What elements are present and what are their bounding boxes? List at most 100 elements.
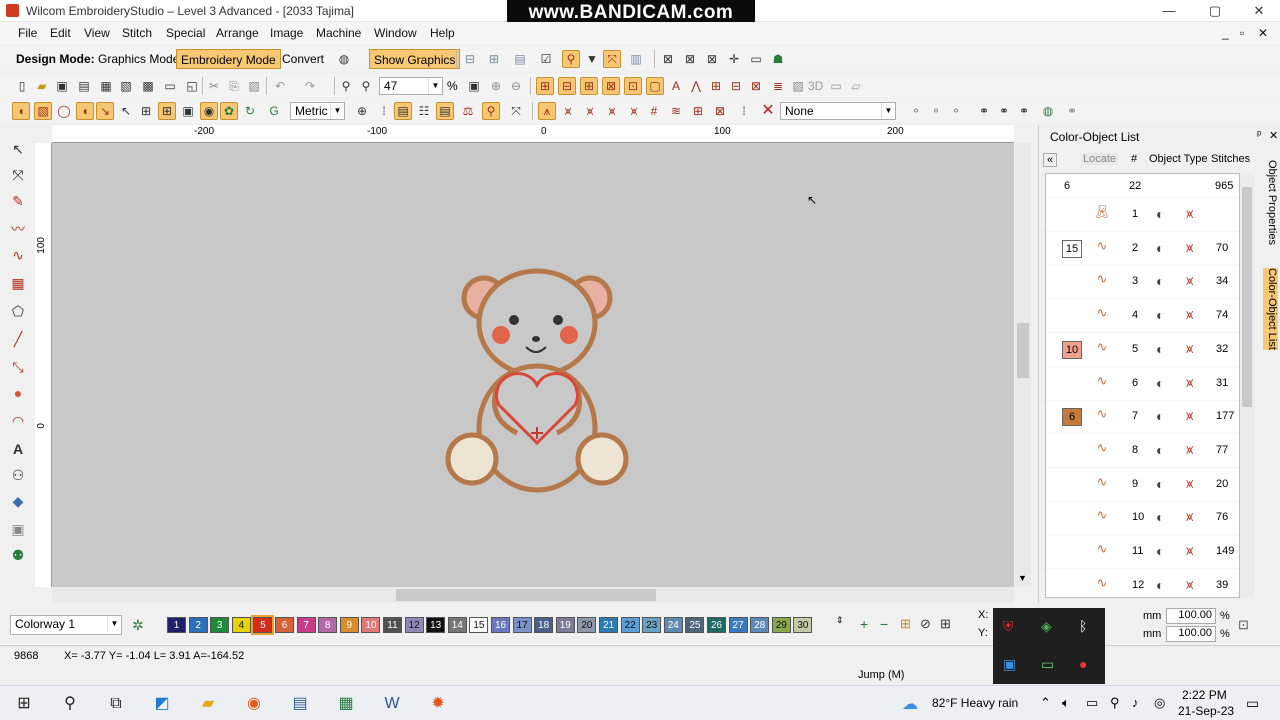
menu-arrange[interactable]: Arrange [216, 26, 259, 40]
function-icon[interactable]: ⊠ [748, 78, 764, 94]
fill1-icon[interactable]: ⩙ [560, 103, 576, 119]
new-file-icon[interactable]: ▯ [14, 78, 30, 94]
color-swatch-2[interactable]: 2 [188, 617, 208, 633]
card-icon[interactable]: ▩ [140, 78, 156, 94]
select-icon[interactable]: ↖ [8, 139, 28, 159]
pen-icon[interactable]: ✎ [8, 191, 28, 211]
save-icon[interactable]: ▣ [54, 78, 70, 94]
object-list-row[interactable]: ∿ 4 ◐ ⩙ 74 [1046, 299, 1239, 334]
fabric-icon[interactable]: ▭ [828, 78, 844, 94]
line-tool-icon[interactable]: ╱ [8, 329, 28, 349]
grid-icon[interactable]: ⊠ [660, 51, 676, 67]
menu-help[interactable]: Help [430, 26, 455, 40]
color-swatch-6[interactable]: 6 [275, 617, 294, 633]
globe-icon[interactable]: ◍ [336, 51, 352, 67]
object-list-row[interactable]: ∿ 11 ◐ ⩙ 149 [1046, 535, 1239, 569]
color-swatch-18[interactable]: 18 [534, 617, 554, 633]
chevron-down-icon[interactable]: ▼ [107, 616, 121, 632]
volume-icon[interactable]: ♪ [1132, 695, 1139, 710]
team-icon[interactable]: ⚇ [8, 465, 28, 485]
group-icon[interactable]: ▤ [512, 51, 528, 67]
excel-icon[interactable]: ▦ [334, 692, 358, 716]
filter-icon[interactable]: ▼ [584, 51, 600, 67]
pattern2-icon[interactable]: ⊠ [712, 103, 728, 119]
menu-window[interactable]: Window [374, 26, 417, 40]
zoom-out-icon[interactable]: ⊖ [508, 78, 524, 94]
color-swatch-1[interactable]: 1 [167, 617, 186, 633]
color-swatch-10[interactable]: 10 [361, 617, 381, 633]
tab-color-object-list[interactable]: Color-Object List [1263, 268, 1278, 350]
connector-icon[interactable]: ⊞ [708, 78, 724, 94]
undo-icon[interactable]: ↶ [272, 78, 288, 94]
cut-color-icon[interactable]: ⊘ [920, 616, 931, 632]
frame-icon[interactable]: ▭ [748, 51, 764, 67]
hash-icon[interactable]: # [646, 103, 662, 119]
link2-icon[interactable]: ⚭ [996, 103, 1012, 119]
restore-button[interactable]: ▢ [1192, 0, 1238, 22]
object-list-row[interactable]: ∿ 12 ◐ ⩙ 39 [1046, 569, 1239, 597]
battery-icon[interactable]: ▭ [1086, 695, 1098, 711]
machine-icon[interactable]: ▭ [162, 78, 178, 94]
zoom-in-icon[interactable]: ⊕ [488, 78, 504, 94]
edge-icon[interactable]: ◩ [150, 692, 174, 716]
cycle-icon[interactable]: ↻ [242, 103, 258, 119]
node2-icon[interactable]: ⚬ [928, 103, 944, 119]
mesh-icon[interactable]: ▨ [790, 78, 806, 94]
jump-icon[interactable]: ⋀ [688, 78, 704, 94]
3d-label[interactable]: 3D [808, 79, 823, 93]
lock-icon[interactable]: ▥ [628, 51, 644, 67]
chevron-down-icon[interactable]: ▼ [330, 103, 344, 119]
object-list-row[interactable]: 🧸︎ 1 ◐ ⩙ [1046, 198, 1239, 232]
hoop-view-icon[interactable]: ▱ [848, 78, 864, 94]
color-swatch-22[interactable]: 22 [620, 617, 640, 633]
green-g-icon[interactable]: G [266, 103, 282, 119]
color-swatch-21[interactable]: 21 [599, 617, 618, 633]
color-swatch-17[interactable]: 17 [512, 617, 532, 633]
start-icon[interactable]: ⊞ [12, 692, 36, 716]
copy-icon[interactable]: ⎘ [226, 78, 242, 94]
record-icon[interactable]: ● [1079, 656, 1087, 672]
weather-icon[interactable]: ☁ [902, 694, 918, 714]
clock-time[interactable]: 2:22 PM [1182, 688, 1227, 702]
horizontal-scrollbar[interactable] [52, 587, 1014, 603]
redo-icon[interactable]: ↷ [302, 78, 318, 94]
thread-icon[interactable]: ⊞ [900, 616, 911, 632]
menu-machine[interactable]: Machine [316, 26, 361, 40]
scale-y-input[interactable]: 100.00 [1166, 626, 1216, 642]
teddy-bear-design[interactable] [52, 143, 1014, 587]
arc-tool-icon[interactable]: ◠ [8, 411, 28, 431]
menu-stitch[interactable]: Stitch [122, 26, 152, 40]
color-swatch-15[interactable]: 15 [469, 617, 489, 633]
summary-row[interactable]: 6 22 965 [1046, 174, 1239, 198]
node1-icon[interactable]: ⚬ [908, 103, 924, 119]
notifications-icon[interactable]: ▭ [1246, 695, 1259, 712]
panel-close-icon[interactable]: ✕ [1269, 129, 1278, 142]
color-swatch-5[interactable]: 5 [251, 615, 275, 635]
color-swatch-11[interactable]: 11 [383, 617, 402, 633]
color-effect-icon[interactable]: ⁞ [736, 103, 752, 119]
color-swatch-25[interactable]: 25 [685, 617, 705, 633]
object-list-row[interactable]: ∿ 6 ◐ ⩙ 31 [1046, 367, 1239, 401]
list-scroll-thumb[interactable] [1242, 187, 1252, 407]
lock-scale-icon[interactable]: ⊡ [1238, 617, 1249, 633]
list-scrollbar[interactable] [1240, 173, 1254, 598]
text-tool-icon[interactable]: A [8, 439, 28, 459]
x-icon[interactable]: ✕ [760, 103, 776, 119]
align-icon[interactable]: ⊟ [462, 51, 478, 67]
object-list-row[interactable]: 6 ∿ 7 ◐ ⩙ 177 [1046, 400, 1239, 435]
tie-icon[interactable]: ⊟ [728, 78, 744, 94]
color-swatch-24[interactable]: 24 [663, 617, 683, 633]
freehand-icon[interactable]: 〰 [8, 219, 28, 239]
color-group-badge[interactable]: 6 [1062, 408, 1082, 427]
run-tool-icon[interactable]: ⤡ [8, 357, 28, 377]
satin-tool-icon[interactable]: ∿ [8, 245, 28, 265]
locate-button[interactable]: Locate [1081, 153, 1119, 165]
object-list-row[interactable]: 15 ∿ 2 ◐ ⩙ 70 [1046, 232, 1239, 266]
menu-edit[interactable]: Edit [50, 26, 71, 40]
list-icon[interactable]: ☷ [416, 103, 432, 119]
color-swatch-9[interactable]: 9 [339, 617, 359, 633]
scale-x-input[interactable]: 100.00 [1166, 608, 1216, 624]
close-button[interactable]: ✕ [1236, 0, 1280, 22]
zoom-box-icon[interactable]: ⚲ [358, 78, 374, 94]
link1-icon[interactable]: ⚭ [976, 103, 992, 119]
